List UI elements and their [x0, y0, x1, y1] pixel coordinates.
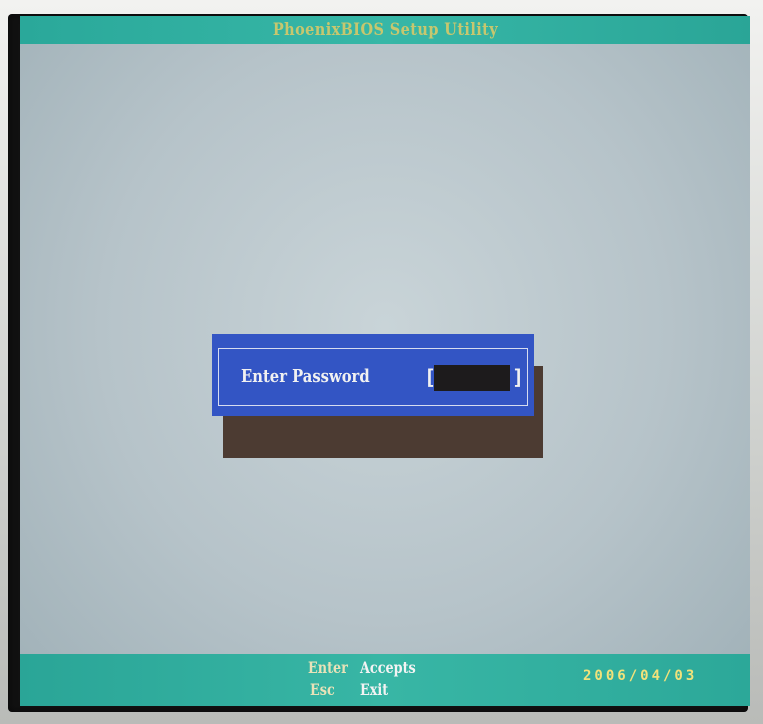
close-bracket: ] — [512, 365, 525, 389]
bios-display: PhoenixBIOS Setup Utility Enter Password… — [20, 16, 750, 706]
monitor-bezel: PhoenixBIOS Setup Utility Enter Password… — [0, 0, 763, 724]
photo-date-stamp: 2006/04/03 — [583, 668, 698, 684]
exit-action-label: Exit — [360, 680, 389, 699]
password-prompt-label: Enter Password — [241, 366, 370, 387]
password-dialog: Enter Password [ ] — [212, 334, 534, 416]
page-title: PhoenixBIOS Setup Utility — [272, 20, 498, 40]
enter-key-label: Enter — [308, 658, 348, 677]
title-bar: PhoenixBIOS Setup Utility — [20, 16, 750, 44]
monitor-screen: PhoenixBIOS Setup Utility Enter Password… — [8, 14, 750, 712]
dialog-frame: Enter Password [ ] — [218, 348, 528, 406]
accepts-action-label: Accepts — [360, 658, 416, 677]
esc-key-label: Esc — [310, 680, 335, 699]
help-bar: Enter Accepts Esc Exit 2006/04/03 — [20, 654, 750, 706]
password-field[interactable] — [434, 365, 510, 391]
